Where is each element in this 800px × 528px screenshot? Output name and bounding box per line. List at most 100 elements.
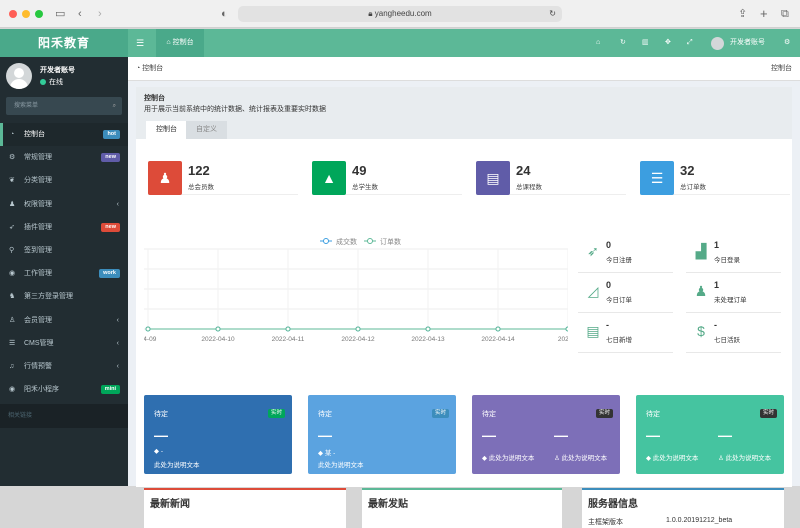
- card-desc: ◆ 此处为说明文本: [482, 452, 534, 462]
- section-accent: [144, 488, 346, 490]
- card-value: —: [646, 427, 660, 443]
- card-desc-label: 此处为说明文本: [561, 455, 608, 462]
- sidebar-item[interactable]: ⚲ 签到管理: [0, 239, 128, 262]
- sidebar-item[interactable]: ◉ 阳禾小程序 mini: [0, 378, 128, 401]
- group-icon: ♟: [9, 200, 16, 208]
- sidebar-badge: work: [99, 269, 120, 279]
- realtime-badge: 实时: [267, 409, 285, 418]
- back-icon[interactable]: ‹: [78, 7, 82, 21]
- mini-stat: ▟ 1 今日登录: [686, 237, 781, 273]
- topbar-user-name[interactable]: 开发者账号: [730, 29, 765, 57]
- sidebar-item[interactable]: ☰ CMS管理 ‹: [0, 332, 128, 355]
- chart-legend-marker: [367, 238, 373, 244]
- section-title: 最新发贴: [368, 499, 408, 510]
- chevron-left-icon: ‹: [116, 200, 119, 208]
- fullscreen-icon[interactable]: ⤢: [687, 29, 693, 57]
- cart-icon: ▟: [695, 243, 707, 259]
- rocket-icon: ➶: [587, 243, 599, 259]
- dollar-icon: $: [697, 323, 705, 339]
- section-box: 服务器信息 主框架版本 1.0.0.20191212_beta: [582, 488, 784, 528]
- sidebar-badge: mini: [100, 385, 120, 395]
- stat-card: ▤ 24 总课程数: [476, 161, 626, 195]
- section-accent: [582, 488, 784, 490]
- brand-logo[interactable]: 阳禾教育: [0, 29, 128, 57]
- mini-stat-label: 今日登录: [714, 257, 740, 264]
- home-icon[interactable]: ⌂: [596, 29, 600, 57]
- area-chart-icon: ◿: [587, 283, 599, 299]
- sidebar-item-label: 常规管理: [24, 154, 52, 162]
- user-status: 在线: [40, 77, 63, 87]
- sidebar-item[interactable]: ♞ 第三方登录管理: [0, 285, 128, 308]
- sidebar-menu: ◔ 控制台 hot ⚙ 常规管理 new ❦ 分类管理 ♟ 权限管理 ‹ ➶ 插件管理 new ⚲ 签到管理 ◉…: [0, 123, 128, 401]
- trash-icon[interactable]: ▥: [642, 29, 649, 57]
- stat-card: ♟ 122 总会员数: [148, 161, 298, 195]
- sidebar-item[interactable]: ❦ 分类管理: [0, 169, 128, 192]
- comment-icon: ◆: [318, 450, 325, 457]
- sidebar-toggle-icon[interactable]: ▭: [55, 7, 65, 21]
- mini-stat-label: 七日活跃: [714, 337, 740, 344]
- refresh-icon[interactable]: ↻: [620, 29, 626, 57]
- sidebar-item[interactable]: ♫ 行情预警 ‹: [0, 355, 128, 378]
- minimize-window-button[interactable]: [22, 10, 30, 18]
- section-title: 最新新闻: [150, 499, 190, 510]
- browser-chrome: ▭ ‹ › ◐ 🔒︎ yangheedu.com ↻ ⇪ + ⧉: [0, 0, 800, 28]
- stat-value: 32: [680, 163, 695, 178]
- list-icon: ☰: [640, 161, 674, 195]
- card-desc: 此处为说明文本: [154, 462, 200, 469]
- mini-stat-value: 1: [714, 240, 720, 250]
- settings-icon[interactable]: ⚙: [784, 29, 790, 57]
- tab-console[interactable]: 控制台: [146, 121, 187, 139]
- mini-stat: $ - 七日活跃: [686, 317, 781, 353]
- sidebar-item[interactable]: ⚙ 常规管理 new: [0, 146, 128, 169]
- url-text: yangheedu.com: [374, 9, 432, 18]
- graduation-cap-icon: ▲: [312, 161, 346, 195]
- card-sub-label: 某 -: [324, 450, 336, 457]
- breadcrumb-left-label: 控制台: [142, 65, 164, 72]
- chart-legend-label: 成交数: [336, 237, 357, 246]
- mini-stat-value: 0: [606, 280, 612, 290]
- sidebar-item-label: 分类管理: [24, 177, 52, 185]
- sidebar-badge: hot: [103, 130, 120, 139]
- privacy-icon[interactable]: ◐: [221, 7, 228, 21]
- hamburger-icon[interactable]: ☰: [136, 29, 144, 57]
- user-name: 开发者账号: [40, 67, 75, 74]
- sidebar-item[interactable]: ◔ 控制台 hot: [0, 123, 128, 147]
- breadcrumb-left[interactable]: ◔ 控制台: [136, 57, 163, 81]
- search-placeholder: 搜索菜单: [14, 103, 39, 109]
- language-icon[interactable]: ✥: [665, 29, 671, 57]
- tab-custom[interactable]: 自定义: [186, 121, 227, 139]
- sidebar-item-label: 阳禾小程序: [24, 386, 59, 394]
- tab-dashboard-label: 控制台: [172, 39, 194, 46]
- search-input[interactable]: 搜索菜单 ⌕: [6, 97, 122, 115]
- card-value: —: [318, 427, 332, 443]
- close-window-button[interactable]: [9, 10, 17, 18]
- avatar: [6, 63, 32, 89]
- sidebar-item[interactable]: ♟ 权限管理 ‹: [0, 193, 128, 216]
- mini-stat-value: -: [606, 320, 609, 330]
- forward-icon[interactable]: ›: [98, 7, 102, 21]
- eye-icon: ◉: [9, 270, 16, 278]
- maximize-window-button[interactable]: [35, 10, 43, 18]
- search-icon[interactable]: ⌕: [113, 97, 116, 115]
- sidebar-item[interactable]: ♙ 会员管理 ‹: [0, 309, 128, 332]
- tab-dashboard[interactable]: ⌂ 控制台: [156, 29, 204, 57]
- card-title: 待定: [482, 411, 496, 418]
- new-tab-icon[interactable]: +: [760, 7, 768, 21]
- sidebar-item[interactable]: ◉ 工作管理 work: [0, 262, 128, 285]
- reload-icon[interactable]: ↻: [549, 6, 556, 22]
- stat-label: 总课程数: [516, 184, 542, 191]
- mini-stat: ▤ - 七日新增: [578, 317, 673, 353]
- sidebar-badge: new: [101, 222, 120, 232]
- mini-stat-value: 1: [714, 280, 720, 290]
- sidebar-item[interactable]: ➶ 插件管理 new: [0, 216, 128, 239]
- page-subtitle: 用于展示当前系统中的统计数据、统计报表及重要实时数据: [144, 106, 326, 113]
- chart-point: [425, 326, 431, 332]
- tabs-overview-icon[interactable]: ⧉: [781, 7, 789, 21]
- address-bar[interactable]: 🔒︎ yangheedu.com ↻: [238, 6, 562, 22]
- section-accent: [362, 488, 562, 490]
- avatar[interactable]: [711, 37, 724, 50]
- share-icon[interactable]: ⇪: [738, 7, 747, 21]
- mini-stat-value: 0: [606, 240, 612, 250]
- breadcrumb-right: 控制台: [771, 65, 792, 72]
- sidebar-item-label: 行情预警: [24, 362, 52, 370]
